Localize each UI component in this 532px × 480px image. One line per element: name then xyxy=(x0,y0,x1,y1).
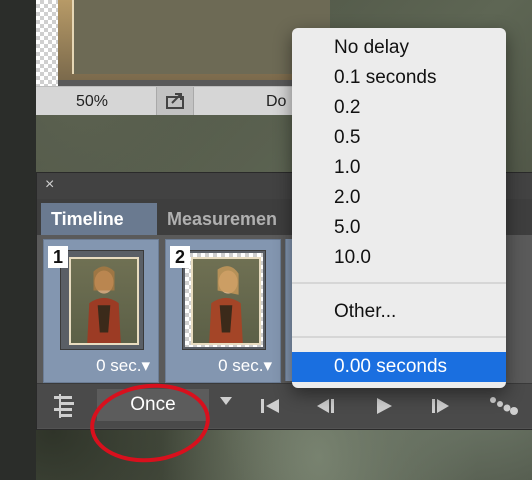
frame-number: 1 xyxy=(48,246,68,268)
frame-delay-dropdown[interactable]: 0 sec.▾ xyxy=(218,356,272,376)
document-status-bar: 50% Do xyxy=(36,86,330,115)
frame-thumbnail xyxy=(182,250,266,350)
menu-item-5-0[interactable]: 5.0 xyxy=(292,213,506,243)
transparency-checkerboard xyxy=(36,0,58,86)
export-icon xyxy=(166,93,184,109)
export-button[interactable] xyxy=(156,87,194,115)
left-dark-strip xyxy=(0,0,36,480)
portrait-image xyxy=(209,266,243,343)
previous-frame-icon[interactable] xyxy=(315,398,337,414)
menu-item-0-2[interactable]: 0.2 xyxy=(292,93,506,123)
menu-item-1-0[interactable]: 1.0 xyxy=(292,153,506,183)
document-info[interactable]: Do xyxy=(266,93,286,111)
portrait-thumbnail xyxy=(69,257,139,345)
play-icon[interactable] xyxy=(375,397,393,415)
frame-delay-dropdown[interactable]: 0 sec.▾ xyxy=(96,356,150,376)
frame-delay-menu: No delay 0.1 seconds 0.2 0.5 1.0 2.0 5.0… xyxy=(292,28,506,388)
chevron-down-icon[interactable] xyxy=(219,396,233,406)
menu-separator xyxy=(292,282,506,284)
tab-timeline[interactable]: Timeline xyxy=(41,203,157,235)
menu-item-0-5[interactable]: 0.5 xyxy=(292,123,506,153)
frame-1[interactable]: 1 0 sec.▾ xyxy=(43,239,159,383)
portrait-thumbnail xyxy=(191,257,261,345)
menu-item-0-1-seconds[interactable]: 0.1 seconds xyxy=(292,63,506,93)
zoom-level[interactable]: 50% xyxy=(76,93,108,111)
menu-item-current-delay[interactable]: 0.00 seconds xyxy=(292,352,506,382)
frame-number: 2 xyxy=(170,246,190,268)
convert-timeline-icon[interactable] xyxy=(51,394,77,418)
first-frame-icon[interactable] xyxy=(259,398,281,414)
next-frame-icon[interactable] xyxy=(429,398,451,414)
close-icon[interactable]: × xyxy=(45,176,54,194)
menu-item-2-0[interactable]: 2.0 xyxy=(292,183,506,213)
tween-icon[interactable] xyxy=(489,396,519,416)
portrait-image xyxy=(87,266,121,343)
menu-item-no-delay[interactable]: No delay xyxy=(292,33,506,63)
document-canvas xyxy=(36,0,330,86)
menu-item-other[interactable]: Other... xyxy=(292,297,506,327)
frame-thumbnail xyxy=(60,250,144,350)
document-artwork xyxy=(58,0,330,80)
menu-separator xyxy=(292,336,506,338)
frame-2[interactable]: 2 0 sec.▾ xyxy=(165,239,281,383)
menu-item-10-0[interactable]: 10.0 xyxy=(292,243,506,273)
